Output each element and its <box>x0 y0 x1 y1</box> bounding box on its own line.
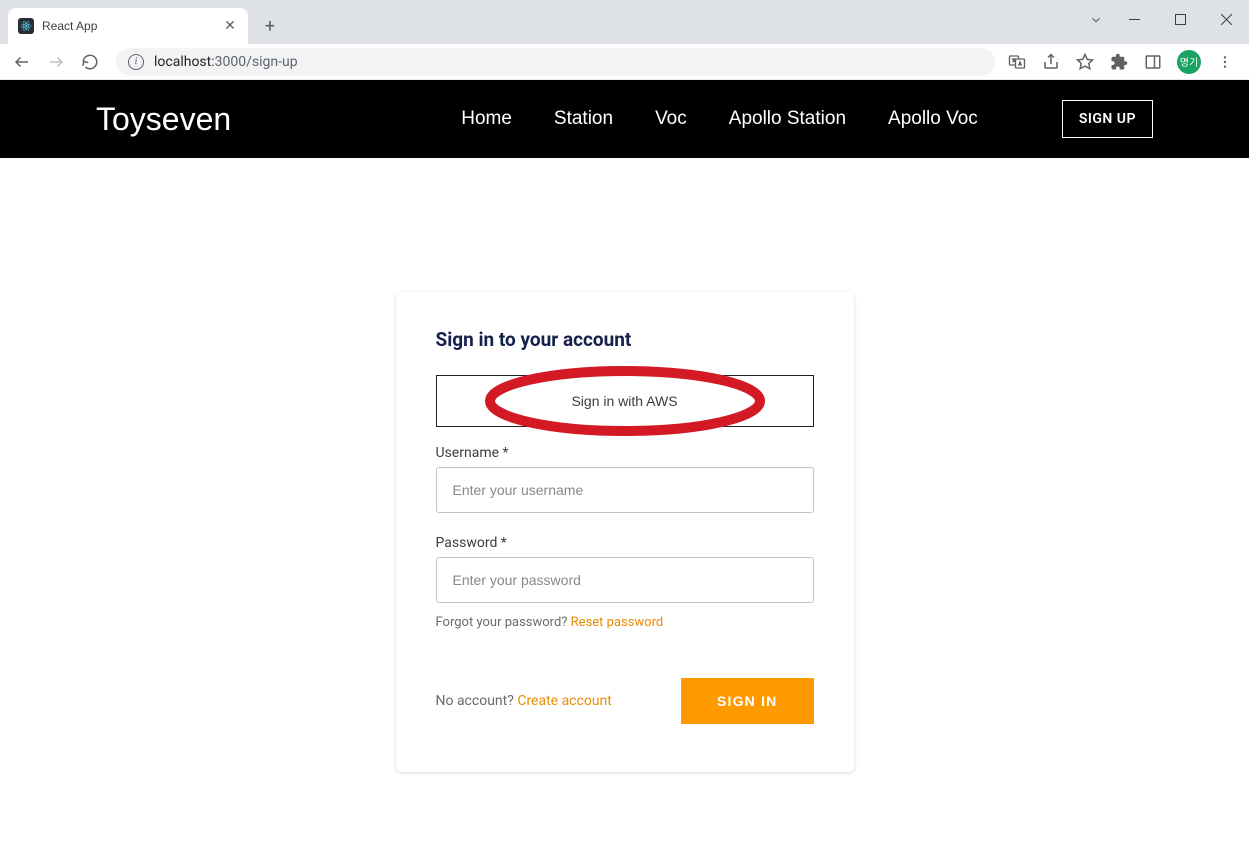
site-logo[interactable]: Toyseven <box>96 101 231 138</box>
no-account-row: No account? Create account <box>436 693 612 709</box>
sign-in-button[interactable]: SIGN IN <box>681 678 814 724</box>
reset-password-link[interactable]: Reset password <box>571 615 664 630</box>
reload-icon[interactable] <box>76 48 104 76</box>
card-footer: No account? Create account SIGN IN <box>436 678 814 724</box>
nav-link-home[interactable]: Home <box>461 108 512 130</box>
bookmark-star-icon[interactable] <box>1075 52 1095 72</box>
nav-forward-icon[interactable] <box>42 48 70 76</box>
window-maximize-icon[interactable] <box>1157 0 1203 38</box>
translate-icon[interactable] <box>1007 52 1027 72</box>
browser-menu-icon[interactable] <box>1215 52 1235 72</box>
sign-up-button[interactable]: SIGN UP <box>1062 100 1153 138</box>
password-input[interactable] <box>436 557 814 603</box>
username-input[interactable] <box>436 467 814 513</box>
window-close-icon[interactable] <box>1203 0 1249 38</box>
url-text: localhost:3000/sign-up <box>154 54 298 70</box>
nav-link-voc[interactable]: Voc <box>655 108 687 130</box>
create-account-link[interactable]: Create account <box>517 693 612 709</box>
tabs-dropdown-icon[interactable] <box>1089 12 1103 31</box>
new-tab-button[interactable]: + <box>256 12 284 40</box>
sign-in-with-aws-button[interactable]: Sign in with AWS <box>436 375 814 427</box>
signin-card: Sign in to your account Sign in with AWS… <box>396 292 854 772</box>
tab-close-icon[interactable]: ✕ <box>222 18 238 34</box>
browser-toolbar: i localhost:3000/sign-up 명기 <box>0 44 1249 80</box>
main-nav: Home Station Voc Apollo Station Apollo V… <box>461 100 1153 138</box>
side-panel-icon[interactable] <box>1143 52 1163 72</box>
nav-link-apollo-station[interactable]: Apollo Station <box>729 108 846 130</box>
tab-title: React App <box>42 19 214 33</box>
username-label: Username * <box>436 445 814 461</box>
react-favicon-icon <box>18 18 34 34</box>
profile-avatar[interactable]: 명기 <box>1177 50 1201 74</box>
nav-back-icon[interactable] <box>8 48 36 76</box>
browser-tab[interactable]: React App ✕ <box>8 8 248 44</box>
page-viewport: Toyseven Home Station Voc Apollo Station… <box>0 80 1249 868</box>
main-content: Sign in to your account Sign in with AWS… <box>0 158 1249 772</box>
aws-button-label: Sign in with AWS <box>571 393 677 409</box>
forgot-password-row: Forgot your password? Reset password <box>436 615 814 630</box>
password-label: Password * <box>436 535 814 551</box>
browser-title-bar: React App ✕ + <box>0 0 1249 44</box>
site-info-icon[interactable]: i <box>128 54 144 70</box>
forgot-password-text: Forgot your password? <box>436 615 571 630</box>
no-account-text: No account? <box>436 693 518 709</box>
share-icon[interactable] <box>1041 52 1061 72</box>
extensions-icon[interactable] <box>1109 52 1129 72</box>
nav-link-station[interactable]: Station <box>554 108 613 130</box>
card-title: Sign in to your account <box>436 328 814 351</box>
address-bar[interactable]: i localhost:3000/sign-up <box>116 48 995 76</box>
site-header: Toyseven Home Station Voc Apollo Station… <box>0 80 1249 158</box>
window-minimize-icon[interactable] <box>1111 0 1157 38</box>
nav-link-apollo-voc[interactable]: Apollo Voc <box>888 108 978 130</box>
